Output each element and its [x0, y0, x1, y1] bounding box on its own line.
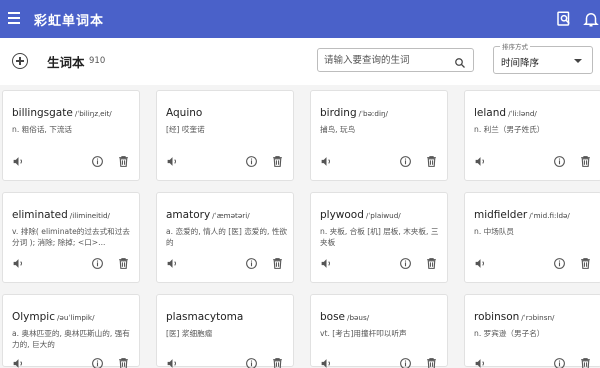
toolbar: 生词本 910 排序方式 时间降序	[0, 38, 600, 85]
word-text: bose	[320, 311, 346, 323]
info-icon[interactable]	[553, 155, 566, 168]
speaker-icon[interactable]	[12, 257, 25, 270]
word-definition: a. 恋爱的, 情人的 [医] 恋爱的, 性欲的	[166, 227, 287, 247]
search-box[interactable]	[317, 48, 474, 72]
word-phonetic: /ˈmid.fi:ldə/	[529, 211, 570, 220]
word-definition: n. 利兰（男子姓氏）	[474, 125, 545, 134]
word-definition: n. 中场队员	[474, 227, 515, 236]
trash-icon[interactable]	[117, 155, 130, 168]
word-phonetic: /ˈbiliŋzˌeit/	[74, 109, 112, 118]
speaker-icon[interactable]	[474, 257, 487, 270]
word-card[interactable]: bose/bəus/ vt. [考古]用撞杆叩以听声	[310, 294, 448, 368]
word-text: billingsgate	[12, 107, 73, 119]
speaker-icon[interactable]	[12, 357, 25, 368]
speaker-icon[interactable]	[12, 155, 25, 168]
word-phonetic: /ilimineitid/	[69, 211, 110, 220]
info-icon[interactable]	[91, 257, 104, 270]
trash-icon[interactable]	[271, 155, 284, 168]
word-definition: a. 奥林匹亚的, 奥林匹斯山的, 强有力的, 巨大的	[12, 329, 130, 349]
info-icon[interactable]	[399, 357, 412, 368]
app-title: 彩虹单词本	[34, 14, 105, 29]
menu-icon[interactable]	[8, 12, 20, 24]
word-card[interactable]: plywood/ˈplaiwud/ n. 夹板, 合板 [机] 层板, 木夹板,…	[310, 192, 448, 283]
add-icon[interactable]	[12, 53, 28, 69]
speaker-icon[interactable]	[474, 155, 487, 168]
word-phonetic: /bəus/	[347, 313, 370, 322]
word-text: plywood	[320, 209, 364, 221]
info-icon[interactable]	[399, 257, 412, 270]
wordbook-count: 910	[89, 56, 106, 66]
word-lookup-icon[interactable]	[555, 10, 573, 28]
word-text: eliminated	[12, 209, 68, 221]
info-icon[interactable]	[91, 155, 104, 168]
word-definition: n. 夹板, 合板 [机] 层板, 木夹板, 三夹板	[320, 227, 439, 247]
word-card[interactable]: eliminated/ilimineitid/ v. 排除( eliminate…	[2, 192, 140, 283]
word-text: Olympic	[12, 311, 55, 323]
word-text: birding	[320, 107, 357, 119]
trash-icon[interactable]	[425, 155, 438, 168]
sort-label: 排序方式	[500, 41, 530, 51]
word-phonetic: /ˈplaiwud/	[365, 211, 401, 220]
word-phonetic: /ˈæmətəri/	[212, 211, 250, 220]
info-icon[interactable]	[245, 155, 258, 168]
trash-icon[interactable]	[579, 155, 592, 168]
word-definition: n. 罗宾逊（男子名）	[474, 329, 545, 338]
word-text: robinson	[474, 311, 520, 323]
sort-select[interactable]: 排序方式 时间降序	[493, 41, 593, 74]
trash-icon[interactable]	[425, 357, 438, 368]
word-text: midfielder	[474, 209, 528, 221]
word-phonetic: /ˈli:lənd/	[508, 109, 537, 118]
speaker-icon[interactable]	[166, 357, 179, 368]
word-card[interactable]: Olympic/əuˈlimpik/ a. 奥林匹亚的, 奥林匹斯山的, 强有力…	[2, 294, 140, 368]
speaker-icon[interactable]	[320, 357, 333, 368]
info-icon[interactable]	[245, 357, 258, 368]
word-phonetic: /ˈbəːdiŋ/	[358, 109, 388, 118]
word-card[interactable]: birding/ˈbəːdiŋ/ 捕鸟, 玩鸟	[310, 90, 448, 181]
word-definition: 捕鸟, 玩鸟	[320, 125, 356, 134]
speaker-icon[interactable]	[320, 155, 333, 168]
trash-icon[interactable]	[117, 257, 130, 270]
search-input[interactable]	[324, 52, 452, 68]
word-definition: [经] 哎奎诺	[166, 125, 205, 134]
info-icon[interactable]	[553, 257, 566, 270]
word-text: amatory	[166, 209, 211, 221]
word-card[interactable]: amatory/ˈæmətəri/ a. 恋爱的, 情人的 [医] 恋爱的, 性…	[156, 192, 294, 283]
word-definition: v. 排除( eliminate的过去式和过去分词 ); 消除; 除掉; <口>…	[12, 227, 130, 247]
trash-icon[interactable]	[271, 257, 284, 270]
bell-icon[interactable]	[582, 10, 600, 28]
info-icon[interactable]	[91, 357, 104, 368]
info-icon[interactable]	[245, 257, 258, 270]
trash-icon[interactable]	[579, 357, 592, 368]
sort-value: 时间降序	[501, 58, 540, 69]
info-icon[interactable]	[553, 357, 566, 368]
trash-icon[interactable]	[117, 357, 130, 368]
word-card[interactable]: midfielder/ˈmid.fi:ldə/ n. 中场队员	[464, 192, 600, 283]
trash-icon[interactable]	[271, 357, 284, 368]
app-bar: 彩虹单词本	[0, 0, 600, 38]
info-icon[interactable]	[399, 155, 412, 168]
wordbook-title: 生词本	[47, 55, 85, 70]
word-card[interactable]: leland/ˈli:lənd/ n. 利兰（男子姓氏）	[464, 90, 600, 181]
word-text: Aquino	[166, 107, 203, 119]
speaker-icon[interactable]	[166, 155, 179, 168]
word-card[interactable]: Aquino [经] 哎奎诺	[156, 90, 294, 181]
word-text: leland	[474, 107, 507, 119]
word-card[interactable]: billingsgate/ˈbiliŋzˌeit/ n. 粗俗话, 下流话	[2, 90, 140, 181]
search-icon[interactable]	[454, 54, 466, 68]
word-card[interactable]: robinson/ˈrɔbinsn/ n. 罗宾逊（男子名）	[464, 294, 600, 368]
trash-icon[interactable]	[425, 257, 438, 270]
word-definition: [医] 浆细胞瘤	[166, 329, 213, 338]
speaker-icon[interactable]	[166, 257, 179, 270]
speaker-icon[interactable]	[474, 357, 487, 368]
word-phonetic: /əuˈlimpik/	[56, 313, 95, 322]
word-text: plasmacytoma	[166, 311, 244, 323]
word-definition: vt. [考古]用撞杆叩以听声	[320, 329, 407, 338]
word-card[interactable]: plasmacytoma [医] 浆细胞瘤	[156, 294, 294, 368]
caret-down-icon[interactable]	[574, 59, 582, 63]
trash-icon[interactable]	[579, 257, 592, 270]
word-definition: n. 粗俗话, 下流话	[12, 125, 73, 134]
speaker-icon[interactable]	[320, 257, 333, 270]
word-phonetic: /ˈrɔbinsn/	[521, 313, 555, 322]
